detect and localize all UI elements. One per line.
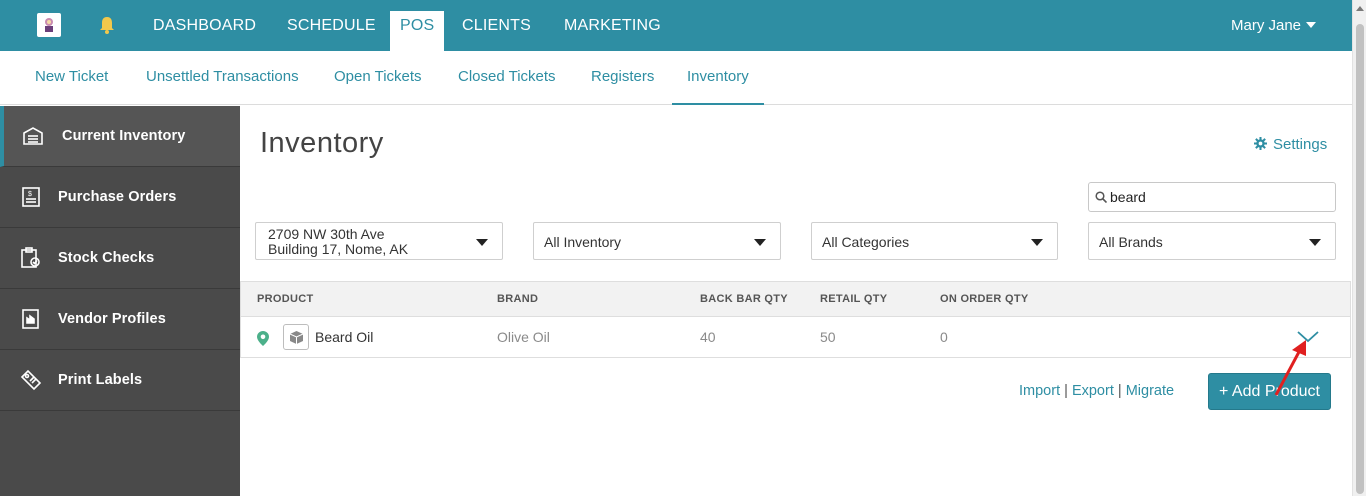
brand-value: All Brands (1099, 234, 1163, 250)
import-export-links: Import | Export | Migrate (1019, 383, 1174, 399)
settings-link[interactable]: Settings (1254, 136, 1327, 153)
scrollbar-thumb[interactable] (1356, 24, 1364, 494)
column-header-back-bar-qty: BACK BAR QTY (700, 293, 788, 305)
receipt-icon: $ (20, 186, 42, 208)
brand-select[interactable]: All Brands (1088, 222, 1336, 260)
sidebar-item-label: Purchase Orders (58, 189, 177, 205)
subnav-closed-tickets[interactable]: Closed Tickets (458, 51, 556, 105)
inventory-type-select[interactable]: All Inventory (533, 222, 781, 260)
chevron-down-icon (754, 239, 766, 246)
sidebar-item-label: Current Inventory (62, 128, 186, 144)
chevron-down-icon (1306, 22, 1317, 28)
vendor-document-icon (20, 308, 42, 330)
warehouse-icon (22, 125, 44, 147)
subnav-inventory[interactable]: Inventory (672, 51, 764, 105)
sidebar-item-purchase-orders[interactable]: $ Purchase Orders (0, 167, 240, 228)
sub-nav-bar: New Ticket Unsettled Transactions Open T… (0, 51, 1352, 105)
user-name: Mary Jane (1231, 17, 1302, 34)
category-select[interactable]: All Categories (811, 222, 1058, 260)
user-menu[interactable]: Mary Jane (1231, 0, 1317, 51)
migrate-link[interactable]: Migrate (1126, 383, 1174, 399)
app-logo-icon[interactable] (37, 13, 61, 37)
subnav-unsettled-transactions[interactable]: Unsettled Transactions (146, 51, 299, 105)
clipboard-check-icon (20, 247, 42, 269)
sidebar-item-label: Stock Checks (58, 250, 155, 266)
location-line1: 2709 NW 30th Ave (268, 226, 385, 242)
inventory-type-value: All Inventory (544, 234, 622, 250)
link-separator: | (1064, 383, 1068, 399)
annotation-arrow-icon (1274, 340, 1306, 396)
sidebar-item-print-labels[interactable]: Print Labels (0, 350, 240, 411)
sidebar-item-current-inventory[interactable]: Current Inventory (0, 106, 240, 167)
chevron-down-icon (1309, 239, 1321, 246)
nav-marketing[interactable]: MARKETING (564, 0, 661, 51)
sidebar-item-vendor-profiles[interactable]: Vendor Profiles (0, 289, 240, 350)
product-box-icon (283, 324, 309, 350)
sidebar: Current Inventory $ Purchase Orders Stoc… (0, 106, 240, 496)
gear-icon (1254, 137, 1267, 150)
sidebar-item-label: Print Labels (58, 372, 143, 388)
column-header-product: PRODUCT (257, 293, 314, 305)
page-title: Inventory (260, 127, 384, 159)
location-pin-icon (257, 331, 269, 351)
column-header-retail-qty: RETAIL QTY (820, 293, 888, 305)
nav-schedule[interactable]: SCHEDULE (287, 0, 376, 51)
column-header-brand: BRAND (497, 293, 539, 305)
sidebar-item-label: Vendor Profiles (58, 311, 166, 327)
vertical-scrollbar[interactable] (1352, 0, 1366, 496)
table-header: PRODUCT BRAND BACK BAR QTY RETAIL QTY ON… (241, 282, 1350, 317)
link-separator: | (1117, 383, 1122, 399)
search-icon (1095, 191, 1107, 203)
top-nav-bar: DASHBOARD SCHEDULE POS CLIENTS MARKETING… (0, 0, 1352, 51)
bell-icon[interactable] (98, 15, 116, 35)
subnav-new-ticket[interactable]: New Ticket (35, 51, 108, 105)
nav-pos[interactable]: POS (390, 11, 445, 51)
nav-dashboard[interactable]: DASHBOARD (153, 0, 256, 51)
subnav-open-tickets[interactable]: Open Tickets (334, 51, 422, 105)
subnav-registers[interactable]: Registers (591, 51, 654, 105)
cell-on-order-qty: 0 (940, 329, 948, 345)
nav-clients[interactable]: CLIENTS (462, 0, 531, 51)
sidebar-item-stock-checks[interactable]: Stock Checks (0, 228, 240, 289)
category-value: All Categories (822, 234, 910, 250)
tag-icon (20, 369, 42, 391)
scroll-up-icon[interactable] (1356, 6, 1364, 11)
export-link[interactable]: Export (1072, 383, 1114, 399)
chevron-down-icon (1031, 239, 1043, 246)
cell-product: Beard Oil (315, 329, 374, 345)
cell-brand: Olive Oil (497, 329, 550, 345)
inventory-table: PRODUCT BRAND BACK BAR QTY RETAIL QTY ON… (240, 281, 1351, 358)
table-row[interactable]: Beard Oil Olive Oil 40 50 0 (241, 317, 1350, 358)
cell-back-bar-qty: 40 (700, 329, 716, 345)
settings-label: Settings (1273, 136, 1328, 153)
import-link[interactable]: Import (1019, 383, 1060, 399)
column-header-on-order-qty: ON ORDER QTY (940, 293, 1029, 305)
location-line2: Building 17, Nome, AK (268, 241, 409, 257)
location-select[interactable]: 2709 NW 30th Ave Building 17, Nome, AK (255, 222, 503, 260)
chevron-down-icon (476, 239, 488, 246)
cell-retail-qty: 50 (820, 329, 836, 345)
svg-text:$: $ (28, 191, 32, 198)
search-box[interactable] (1088, 182, 1336, 212)
search-input[interactable] (1110, 187, 1330, 207)
